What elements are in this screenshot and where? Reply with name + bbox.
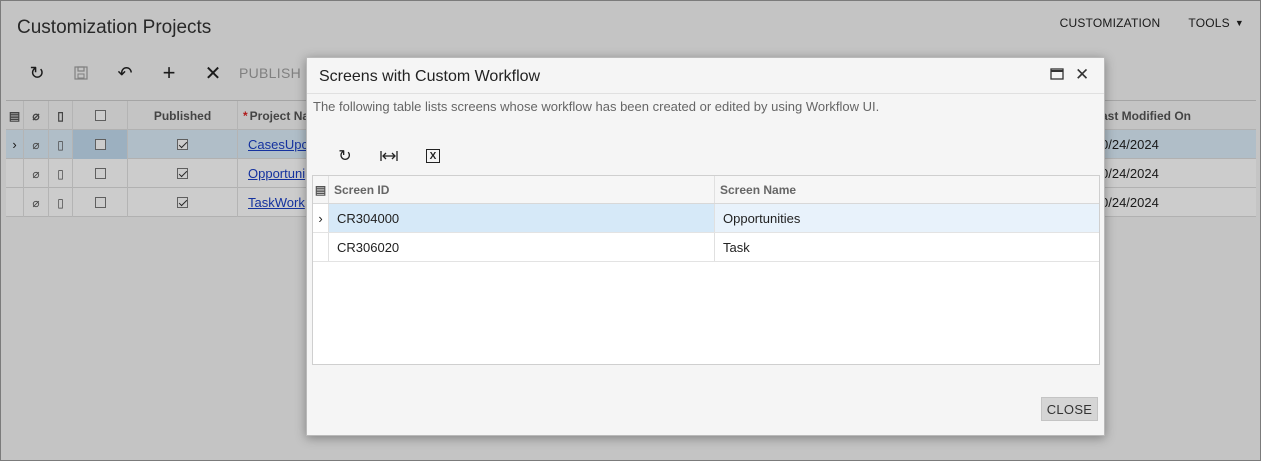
close-icon[interactable]: ✕ [1075,65,1089,85]
fit-columns-button[interactable] [367,144,411,168]
fit-width-icon [380,151,398,161]
maximize-button[interactable] [1050,67,1064,85]
screens-grid-header: ▤ Screen ID Screen Name [313,176,1099,204]
dialog-title: Screens with Custom Workflow [319,68,541,85]
screen-id-cell: CR306020 [329,233,715,261]
screen-name-header[interactable]: Screen Name [715,176,1099,203]
table-row[interactable]: CR306020 Task [313,233,1099,262]
row-handle [313,233,329,261]
excel-icon: X [426,149,440,163]
close-button[interactable]: CLOSE [1041,397,1098,421]
table-row[interactable]: › CR304000 Opportunities [313,204,1099,233]
screen-id-header[interactable]: Screen ID [329,176,715,203]
row-arrow-icon: › [313,204,329,232]
screen-name-cell: Task [723,239,750,255]
dialog-toolbar: ↻ X [323,144,455,168]
screens-grid: ▤ Screen ID Screen Name › CR304000 Oppor… [312,175,1100,365]
row-settings-icon[interactable]: ▤ [313,176,329,203]
maximize-icon [1050,68,1064,80]
export-excel-button[interactable]: X [411,144,455,168]
dialog-description: The following table lists screens whose … [313,99,880,114]
refresh-button[interactable]: ↻ [323,144,367,168]
screens-custom-workflow-dialog: Screens with Custom Workflow ✕ The follo… [306,57,1105,436]
screen-id-cell: CR304000 [329,204,715,232]
screen-name-cell: Opportunities [715,204,1099,232]
dialog-divider [307,93,1104,94]
